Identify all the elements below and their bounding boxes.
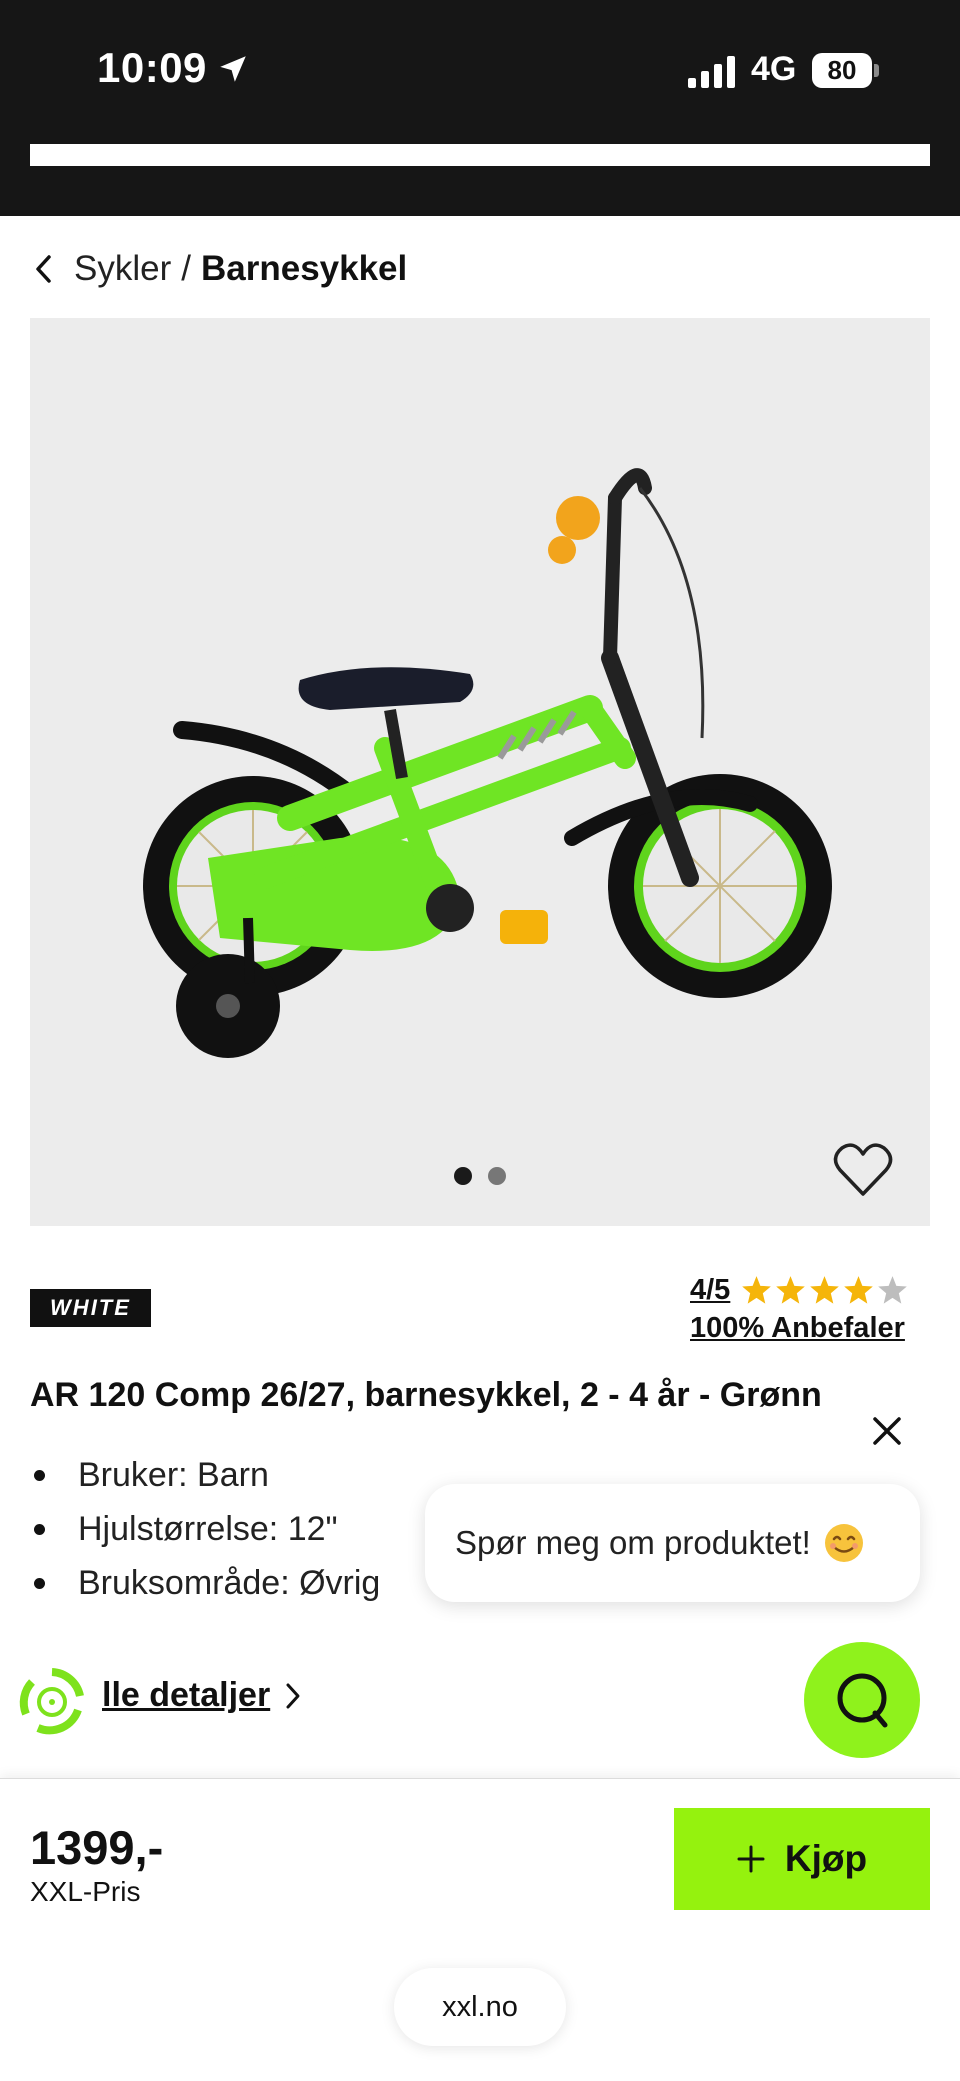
address-bar-strip[interactable] xyxy=(30,144,930,166)
rating-score[interactable]: 4/5 xyxy=(690,1274,730,1307)
chevron-right-icon xyxy=(286,1683,300,1708)
product-image-gallery[interactable] xyxy=(30,318,930,1226)
browser-domain-pill[interactable]: xxl.no xyxy=(394,1968,566,2046)
battery-indicator: 80 xyxy=(812,53,872,88)
smile-emoji-icon xyxy=(824,1524,863,1562)
spec-label: Bruksområde: Øvrig xyxy=(78,1563,381,1602)
bullet xyxy=(34,1577,45,1589)
chat-prompt-text: Spør meg om produktet! xyxy=(455,1524,811,1561)
eco-icon xyxy=(19,1668,84,1735)
chat-icon xyxy=(837,1673,888,1728)
spec-list: Bruker: Barn Hjulstørrelse: 12" Bruksomr… xyxy=(30,1448,380,1610)
product-image xyxy=(143,468,832,1058)
list-item: Bruksområde: Øvrig xyxy=(30,1556,380,1610)
buy-button[interactable]: Kjøp xyxy=(674,1808,930,1910)
bullet xyxy=(34,1469,45,1481)
status-bar: 10:09 4G 80 xyxy=(0,0,960,216)
spec-label: Bruker: Barn xyxy=(78,1455,269,1494)
status-time: 10:09 xyxy=(97,44,207,91)
breadcrumb-separator: / xyxy=(181,249,191,288)
buy-button-label: Kjøp xyxy=(784,1838,868,1879)
signal-icon xyxy=(688,56,735,88)
product-rating[interactable]: 4/5 xyxy=(690,1270,910,1310)
bullet xyxy=(34,1523,45,1535)
product-title: AR 120 Comp 26/27, barnesykkel, 2 - 4 år… xyxy=(30,1376,822,1414)
chat-button[interactable] xyxy=(804,1642,920,1758)
price-label: XXL-Pris xyxy=(30,1876,141,1907)
star-icon xyxy=(844,1275,874,1304)
plus-icon xyxy=(737,1845,765,1873)
list-item: Hjulstørrelse: 12" xyxy=(30,1502,380,1556)
star-icon xyxy=(742,1275,772,1304)
all-details-label[interactable]: lle detaljer xyxy=(102,1676,270,1715)
breadcrumb-current: Barnesykkel xyxy=(200,249,408,288)
close-icon[interactable] xyxy=(870,1414,904,1448)
gallery-dot-2[interactable] xyxy=(488,1167,506,1185)
breadcrumb-parent-link[interactable]: Sykler xyxy=(74,249,171,289)
chat-prompt-bubble[interactable]: Spør meg om produktet! xyxy=(425,1484,920,1602)
battery-tip xyxy=(874,64,879,77)
gallery-dot-1[interactable] xyxy=(454,1167,472,1185)
network-label: 4G xyxy=(751,50,797,88)
back-chevron-icon[interactable] xyxy=(30,249,58,289)
star-icon xyxy=(810,1275,840,1304)
all-details-link[interactable]: lle detaljer xyxy=(102,1676,302,1715)
spec-label: Hjulstørrelse: 12" xyxy=(78,1509,338,1548)
brand-logo[interactable]: WHITE xyxy=(30,1289,151,1327)
star-icon xyxy=(776,1275,806,1304)
location-arrow-icon xyxy=(220,56,246,82)
breadcrumb: Sykler / Barnesykkel xyxy=(30,246,407,292)
recommend-percentage[interactable]: 100% Anbefaler xyxy=(690,1312,905,1345)
heart-icon[interactable] xyxy=(832,1142,894,1198)
product-price: 1399,- xyxy=(30,1821,164,1874)
star-empty-icon xyxy=(878,1275,908,1304)
list-item: Bruker: Barn xyxy=(30,1448,380,1502)
